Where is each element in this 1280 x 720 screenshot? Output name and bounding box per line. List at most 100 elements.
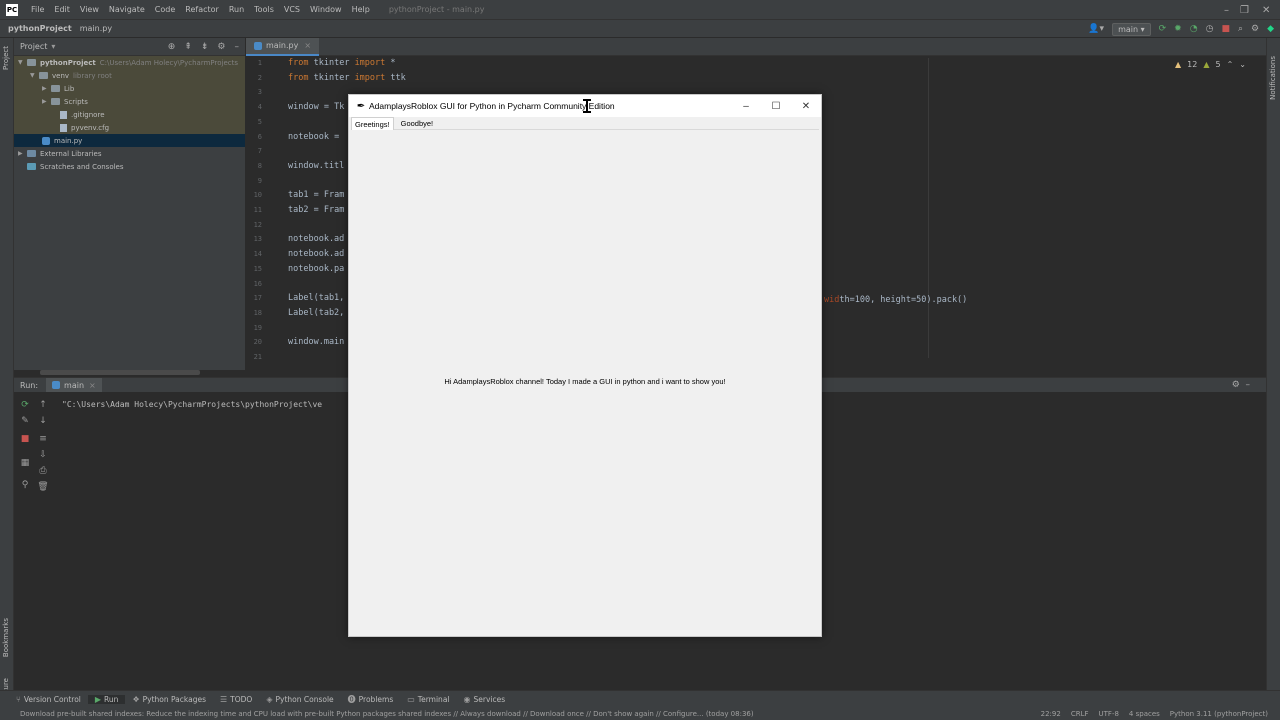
chevron-down-icon[interactable]: ▾: [51, 42, 55, 51]
editor-tab-main-py[interactable]: main.py ×: [246, 37, 320, 56]
expand-all-icon[interactable]: ⇟: [201, 42, 209, 52]
menu-refactor[interactable]: Refactor: [180, 5, 224, 14]
tk-maximize-button[interactable]: ☐: [761, 95, 791, 117]
arrow-down-icon[interactable]: ↓: [38, 416, 48, 426]
tk-app-window: ✒ AdamplaysRoblox GUI for Python in Pych…: [348, 94, 822, 637]
menu-help[interactable]: Help: [347, 5, 375, 14]
tool-todo[interactable]: ☰ TODO: [213, 695, 259, 704]
collapse-all-icon[interactable]: ⇞: [184, 42, 192, 52]
rerun-icon[interactable]: ⟳: [1159, 24, 1167, 34]
tk-notebook-tabs: Greetings! Goodbye!: [351, 117, 819, 130]
wrench-icon[interactable]: ✎: [20, 416, 30, 426]
chevron-right-icon[interactable]: ▶: [42, 98, 51, 105]
soft-wrap-icon[interactable]: ≡: [38, 434, 48, 444]
code-line: notebook =: [288, 131, 340, 142]
menu-window[interactable]: Window: [305, 5, 347, 14]
tree-item-pyvenv-cfg[interactable]: pyvenv.cfg: [14, 121, 245, 134]
file-encoding[interactable]: UTF-8: [1099, 710, 1119, 718]
menu-view[interactable]: View: [75, 5, 104, 14]
tree-item-path: C:\Users\Adam Holecy\PycharmProjects: [99, 58, 238, 67]
gear-icon[interactable]: ⚙: [217, 42, 225, 52]
tree-item-scratches[interactable]: Scratches and Consoles: [14, 160, 245, 173]
close-icon[interactable]: ×: [89, 381, 96, 390]
tool-services[interactable]: ◉ Services: [457, 695, 513, 704]
close-window-button[interactable]: ✕: [1262, 0, 1270, 20]
tree-item-scripts[interactable]: ▶ Scripts: [14, 95, 245, 108]
tree-item-main-py[interactable]: main.py: [14, 134, 245, 147]
tk-tab-goodbye[interactable]: Goodbye!: [398, 117, 437, 130]
chevron-right-icon[interactable]: ▶: [42, 85, 51, 92]
menu-vcs[interactable]: VCS: [279, 5, 305, 14]
trash-icon[interactable]: 🗑: [37, 482, 48, 492]
search-icon[interactable]: ⌕: [1238, 24, 1243, 34]
debug-icon[interactable]: ✹: [1174, 24, 1182, 34]
layout-icon[interactable]: ▦: [20, 458, 30, 468]
project-tool-tab[interactable]: Project: [2, 46, 10, 70]
chevron-down-icon[interactable]: ⌄: [1239, 60, 1246, 69]
gear-icon[interactable]: ⚙ –: [1232, 380, 1266, 390]
line-separator[interactable]: CRLF: [1071, 710, 1089, 718]
profile-icon[interactable]: ◷: [1206, 24, 1214, 34]
status-message[interactable]: Download pre-built shared indexes: Reduc…: [0, 710, 754, 718]
tree-item-venv[interactable]: ▼ venv library root: [14, 69, 245, 82]
line-number: 10: [253, 191, 262, 200]
menu-code[interactable]: Code: [150, 5, 180, 14]
tree-item-gitignore[interactable]: .gitignore: [14, 108, 245, 121]
gear-icon[interactable]: ⚙: [1251, 24, 1259, 34]
project-panel-header: Project ▾ ⊕ ⇞ ⇟ ⚙ –: [14, 38, 245, 56]
indent-setting[interactable]: 4 spaces: [1129, 710, 1160, 718]
breadcrumb-project[interactable]: pythonProject: [0, 24, 72, 33]
tool-terminal[interactable]: ▭ Terminal: [400, 695, 456, 704]
chevron-up-icon[interactable]: ⌃: [1227, 60, 1234, 69]
tool-run[interactable]: ▶ Run: [87, 694, 126, 704]
tool-python-console[interactable]: ◈ Python Console: [259, 695, 340, 704]
menu-run[interactable]: Run: [224, 5, 249, 14]
bookmarks-tool-tab[interactable]: Bookmarks: [2, 618, 10, 657]
hide-icon[interactable]: –: [235, 42, 240, 52]
run-tab-label: main: [64, 380, 85, 390]
user-icon[interactable]: 👤▾: [1088, 24, 1104, 34]
folder-icon: [51, 98, 60, 105]
menu-file[interactable]: File: [26, 5, 49, 14]
menu-tools[interactable]: Tools: [249, 5, 279, 14]
tk-close-button[interactable]: ✕: [791, 95, 821, 117]
tk-minimize-button[interactable]: –: [731, 95, 761, 117]
rerun-icon[interactable]: ⟳: [20, 400, 30, 410]
restore-button[interactable]: ❐: [1240, 0, 1249, 20]
tool-python-packages[interactable]: ❖ Python Packages: [125, 695, 213, 704]
tool-version-control[interactable]: ⑂ Version Control: [0, 695, 88, 704]
print-icon[interactable]: ⎙: [38, 466, 48, 476]
breadcrumb-file[interactable]: main.py: [72, 24, 112, 33]
menu-edit[interactable]: Edit: [49, 5, 75, 14]
arrow-up-icon[interactable]: ↑: [38, 400, 48, 410]
tree-item-lib[interactable]: ▶ Lib: [14, 82, 245, 95]
scrollbar-thumb[interactable]: [40, 370, 200, 375]
caret-position[interactable]: 22:92: [1041, 710, 1061, 718]
right-margin-guide: [928, 58, 929, 358]
notifications-tool-tab[interactable]: Notifications: [1269, 56, 1277, 100]
run-config-selector[interactable]: main ▾: [1112, 22, 1151, 36]
coverage-icon[interactable]: ◔: [1190, 24, 1198, 34]
minimize-button[interactable]: –: [1224, 0, 1229, 20]
close-icon[interactable]: ×: [304, 41, 311, 50]
tool-problems[interactable]: ⓿ Problems: [341, 694, 401, 705]
jetbrains-icon[interactable]: ◆: [1267, 24, 1274, 34]
chevron-down-icon[interactable]: ▼: [18, 59, 27, 66]
chevron-down-icon[interactable]: ▼: [30, 72, 39, 79]
locate-icon[interactable]: ⊕: [168, 42, 176, 52]
tree-item-pythonproject[interactable]: ▼ pythonProject C:\Users\Adam Holecy\Pycha…: [14, 56, 245, 69]
stop-icon[interactable]: ■: [1221, 24, 1230, 34]
project-panel-title[interactable]: Project: [20, 42, 47, 51]
tool-label: Version Control: [23, 694, 81, 704]
scroll-to-end-icon[interactable]: ⇩: [38, 450, 48, 460]
python-interpreter[interactable]: Python 3.11 (pythonProject): [1170, 710, 1268, 718]
code-line: Label(tab2,: [288, 307, 345, 318]
inspection-widget[interactable]: ▲ 12 ▲ 5 ⌃ ⌄: [1175, 60, 1246, 69]
tk-tab-greetings[interactable]: Greetings!: [351, 117, 394, 130]
chevron-right-icon[interactable]: ▶: [18, 150, 27, 157]
pin-icon[interactable]: ⚲: [20, 480, 30, 490]
tree-item-external-libraries[interactable]: ▶ External Libraries: [14, 147, 245, 160]
run-tab-main[interactable]: main ×: [46, 378, 102, 392]
stop-icon[interactable]: ■: [20, 434, 30, 444]
menu-navigate[interactable]: Navigate: [104, 5, 150, 14]
